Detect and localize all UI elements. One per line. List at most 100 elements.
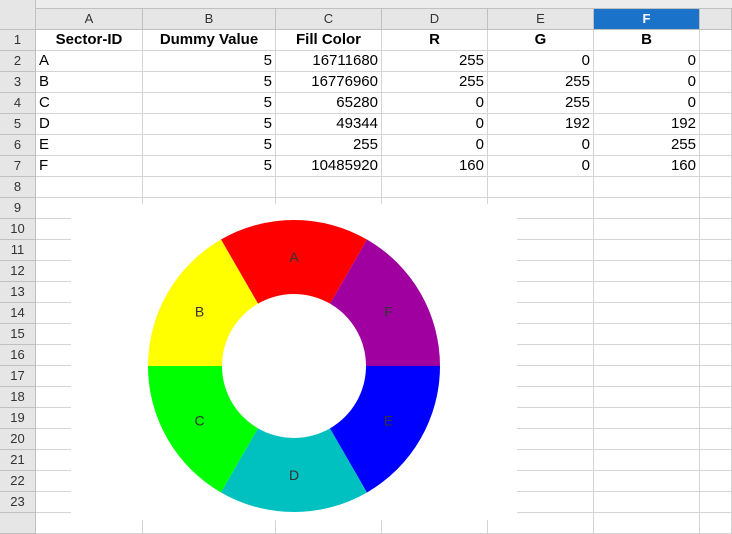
- empty-cell[interactable]: [594, 219, 700, 240]
- empty-cell[interactable]: [700, 30, 732, 51]
- empty-cell[interactable]: [594, 429, 700, 450]
- empty-cell[interactable]: [700, 303, 732, 324]
- empty-cell[interactable]: [382, 177, 488, 198]
- empty-cell[interactable]: [594, 198, 700, 219]
- row-header-partial[interactable]: [0, 513, 36, 534]
- table-cell[interactable]: 5: [143, 93, 276, 114]
- empty-cell[interactable]: [594, 366, 700, 387]
- table-cell[interactable]: 0: [594, 72, 700, 93]
- empty-cell[interactable]: [594, 450, 700, 471]
- table-cell[interactable]: 0: [594, 51, 700, 72]
- empty-cell[interactable]: [700, 135, 732, 156]
- empty-cell[interactable]: [700, 429, 732, 450]
- row-header-4[interactable]: 4: [0, 93, 36, 114]
- empty-cell[interactable]: [594, 240, 700, 261]
- row-header-9[interactable]: 9: [0, 198, 36, 219]
- row-header-1[interactable]: 1: [0, 30, 36, 51]
- row-header-22[interactable]: 22: [0, 471, 36, 492]
- table-cell[interactable]: 255: [488, 93, 594, 114]
- table-cell[interactable]: 0: [594, 93, 700, 114]
- empty-cell[interactable]: [700, 156, 732, 177]
- row-header-19[interactable]: 19: [0, 408, 36, 429]
- empty-cell[interactable]: [594, 471, 700, 492]
- empty-cell[interactable]: [594, 282, 700, 303]
- empty-cell[interactable]: [594, 303, 700, 324]
- table-cell[interactable]: 255: [488, 72, 594, 93]
- table-cell[interactable]: 160: [382, 156, 488, 177]
- empty-cell[interactable]: [594, 261, 700, 282]
- table-cell[interactable]: 192: [594, 114, 700, 135]
- empty-cell[interactable]: [488, 177, 594, 198]
- table-cell[interactable]: 192: [488, 114, 594, 135]
- empty-cell[interactable]: [143, 177, 276, 198]
- empty-cell[interactable]: [700, 51, 732, 72]
- empty-cell[interactable]: [700, 177, 732, 198]
- table-cell[interactable]: 0: [488, 51, 594, 72]
- empty-cell[interactable]: [594, 324, 700, 345]
- empty-cell[interactable]: [700, 492, 732, 513]
- header-cell[interactable]: G: [488, 30, 594, 51]
- row-header-11[interactable]: 11: [0, 240, 36, 261]
- table-cell[interactable]: 49344: [276, 114, 382, 135]
- table-cell[interactable]: 255: [276, 135, 382, 156]
- header-cell[interactable]: Dummy Value: [143, 30, 276, 51]
- row-header-2[interactable]: 2: [0, 51, 36, 72]
- empty-cell[interactable]: [700, 261, 732, 282]
- table-cell[interactable]: 0: [382, 135, 488, 156]
- table-cell[interactable]: 255: [382, 51, 488, 72]
- table-cell[interactable]: 5: [143, 135, 276, 156]
- row-header-3[interactable]: 3: [0, 72, 36, 93]
- table-cell[interactable]: 16776960: [276, 72, 382, 93]
- row-header-7[interactable]: 7: [0, 156, 36, 177]
- row-header-18[interactable]: 18: [0, 387, 36, 408]
- table-cell[interactable]: B: [36, 72, 143, 93]
- row-header-16[interactable]: 16: [0, 345, 36, 366]
- empty-cell[interactable]: [700, 324, 732, 345]
- table-cell[interactable]: 0: [382, 93, 488, 114]
- empty-cell[interactable]: [594, 408, 700, 429]
- table-cell[interactable]: F: [36, 156, 143, 177]
- column-header-b[interactable]: B: [143, 9, 276, 30]
- empty-cell[interactable]: [700, 345, 732, 366]
- row-header-15[interactable]: 15: [0, 324, 36, 345]
- table-cell[interactable]: 10485920: [276, 156, 382, 177]
- table-cell[interactable]: 5: [143, 72, 276, 93]
- row-header-10[interactable]: 10: [0, 219, 36, 240]
- empty-cell[interactable]: [700, 387, 732, 408]
- row-header-17[interactable]: 17: [0, 366, 36, 387]
- row-header-12[interactable]: 12: [0, 261, 36, 282]
- header-cell[interactable]: Sector-ID: [36, 30, 143, 51]
- header-cell[interactable]: B: [594, 30, 700, 51]
- empty-cell[interactable]: [700, 471, 732, 492]
- empty-cell[interactable]: [36, 177, 143, 198]
- empty-cell[interactable]: [700, 240, 732, 261]
- empty-cell[interactable]: [700, 114, 732, 135]
- table-cell[interactable]: 5: [143, 114, 276, 135]
- row-header-13[interactable]: 13: [0, 282, 36, 303]
- empty-cell[interactable]: [594, 345, 700, 366]
- table-cell[interactable]: E: [36, 135, 143, 156]
- table-cell[interactable]: 160: [594, 156, 700, 177]
- table-cell[interactable]: 16711680: [276, 51, 382, 72]
- empty-cell[interactable]: [700, 282, 732, 303]
- select-all-corner[interactable]: [0, 0, 36, 30]
- header-cell[interactable]: Fill Color: [276, 30, 382, 51]
- empty-cell[interactable]: [700, 198, 732, 219]
- empty-cell[interactable]: [594, 492, 700, 513]
- column-header-f[interactable]: F: [594, 9, 700, 30]
- column-header-g[interactable]: [700, 9, 732, 30]
- table-cell[interactable]: 5: [143, 156, 276, 177]
- column-header-c[interactable]: C: [276, 9, 382, 30]
- table-cell[interactable]: 255: [594, 135, 700, 156]
- column-header-e[interactable]: E: [488, 9, 594, 30]
- table-cell[interactable]: 0: [488, 135, 594, 156]
- empty-cell[interactable]: [700, 408, 732, 429]
- empty-cell[interactable]: [700, 93, 732, 114]
- table-cell[interactable]: 255: [382, 72, 488, 93]
- empty-cell[interactable]: [700, 513, 732, 534]
- row-header-23[interactable]: 23: [0, 492, 36, 513]
- donut-chart[interactable]: A B C D E F: [71, 204, 517, 520]
- chart-area[interactable]: A B C D E F: [71, 204, 517, 520]
- table-cell[interactable]: 0: [382, 114, 488, 135]
- empty-cell[interactable]: [594, 513, 700, 534]
